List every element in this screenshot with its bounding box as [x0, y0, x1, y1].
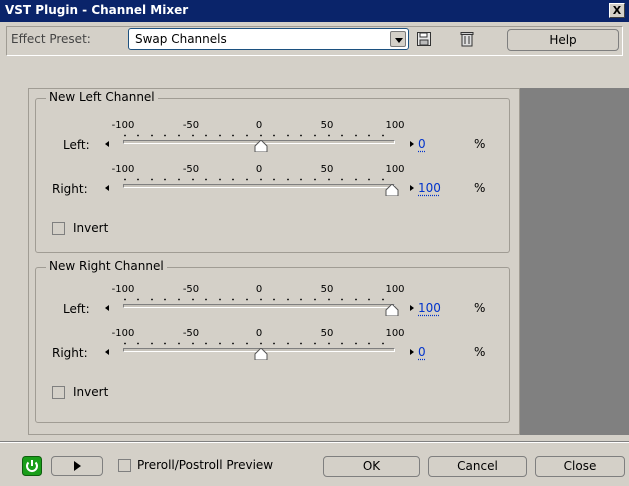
chevron-down-icon[interactable]: [390, 31, 406, 47]
invert-label: Invert: [73, 385, 109, 399]
slider-ticks: [124, 298, 384, 301]
tick-label: 100: [385, 120, 405, 131]
increment-arrow-icon[interactable]: [410, 185, 414, 191]
play-button[interactable]: [51, 456, 103, 476]
tick-label: -100: [111, 120, 135, 131]
tick-label: 100: [385, 328, 405, 339]
group-title: New Right Channel: [46, 259, 167, 273]
slider-thumb[interactable]: [385, 184, 399, 196]
invert-label: Invert: [73, 221, 109, 235]
increment-arrow-icon[interactable]: [410, 141, 414, 147]
slider-scale: -100 -50 0 50 100: [112, 120, 405, 134]
increment-arrow-icon[interactable]: [410, 305, 414, 311]
slider-thumb[interactable]: [254, 348, 268, 360]
ok-button[interactable]: OK: [323, 456, 420, 477]
row-label-left: Left:: [63, 138, 90, 152]
slider-scale: -100 -50 0 50 100: [112, 328, 405, 342]
unit-label: %: [474, 137, 486, 151]
row-label-left: Left:: [63, 302, 90, 316]
slider-scale: -100 -50 0 50 100: [112, 164, 405, 178]
close-window-button[interactable]: X: [609, 3, 625, 18]
unit-label: %: [474, 301, 486, 315]
tick-label: -100: [111, 284, 135, 295]
preroll-preview-label: Preroll/Postroll Preview: [137, 458, 274, 472]
bottom-separator-highlight: [0, 442, 629, 443]
row-label-right: Right:: [52, 346, 88, 360]
invert-checkbox[interactable]: [52, 222, 65, 235]
slider-ticks: [124, 342, 384, 345]
play-icon: [74, 461, 81, 471]
tick-label: 0: [255, 120, 263, 131]
row-label-right: Right:: [52, 182, 88, 196]
tick-label: 50: [320, 120, 334, 131]
tick-label: 100: [385, 164, 405, 175]
tick-label: -50: [182, 120, 200, 131]
slider-ticks: [124, 134, 384, 137]
slider-track[interactable]: [123, 184, 395, 188]
value-field[interactable]: 100: [418, 181, 441, 195]
tick-label: -100: [111, 164, 135, 175]
slider-ticks: [124, 178, 384, 181]
preroll-preview-checkbox[interactable]: [118, 459, 131, 472]
slider-track[interactable]: [123, 304, 395, 308]
value-field[interactable]: 0: [418, 345, 426, 359]
tick-label: -50: [182, 164, 200, 175]
decrement-arrow-icon[interactable]: [105, 185, 109, 191]
tick-label: 50: [320, 328, 334, 339]
increment-arrow-icon[interactable]: [410, 349, 414, 355]
invert-checkbox[interactable]: [52, 386, 65, 399]
tick-label: 100: [385, 284, 405, 295]
preset-selected-value: Swap Channels: [135, 32, 227, 46]
tick-label: 50: [320, 284, 334, 295]
tick-label: -50: [182, 284, 200, 295]
tick-label: 0: [255, 284, 263, 295]
value-field[interactable]: 0: [418, 137, 426, 151]
save-preset-icon[interactable]: [416, 31, 432, 50]
help-button[interactable]: Help: [507, 29, 619, 51]
effect-preset-label: Effect Preset:: [11, 32, 91, 46]
preset-dropdown[interactable]: Swap Channels: [128, 28, 409, 50]
value-field[interactable]: 100: [418, 301, 441, 315]
decrement-arrow-icon[interactable]: [105, 141, 109, 147]
window-title: VST Plugin - Channel Mixer: [5, 3, 189, 17]
decrement-arrow-icon[interactable]: [105, 349, 109, 355]
decrement-arrow-icon[interactable]: [105, 305, 109, 311]
unit-label: %: [474, 345, 486, 359]
tick-label: 50: [320, 164, 334, 175]
cancel-button[interactable]: Cancel: [428, 456, 527, 477]
tick-label: -50: [182, 328, 200, 339]
slider-scale: -100 -50 0 50 100: [112, 284, 405, 298]
side-area: [520, 88, 629, 435]
title-bar: VST Plugin - Channel Mixer X: [0, 0, 629, 22]
power-icon[interactable]: [22, 456, 42, 479]
slider-thumb[interactable]: [385, 304, 399, 316]
close-button[interactable]: Close: [535, 456, 625, 477]
unit-label: %: [474, 181, 486, 195]
slider-thumb[interactable]: [254, 140, 268, 152]
tick-label: 0: [255, 328, 263, 339]
tick-label: -100: [111, 328, 135, 339]
tick-label: 0: [255, 164, 263, 175]
delete-preset-icon[interactable]: [460, 31, 474, 50]
group-title: New Left Channel: [46, 90, 158, 104]
